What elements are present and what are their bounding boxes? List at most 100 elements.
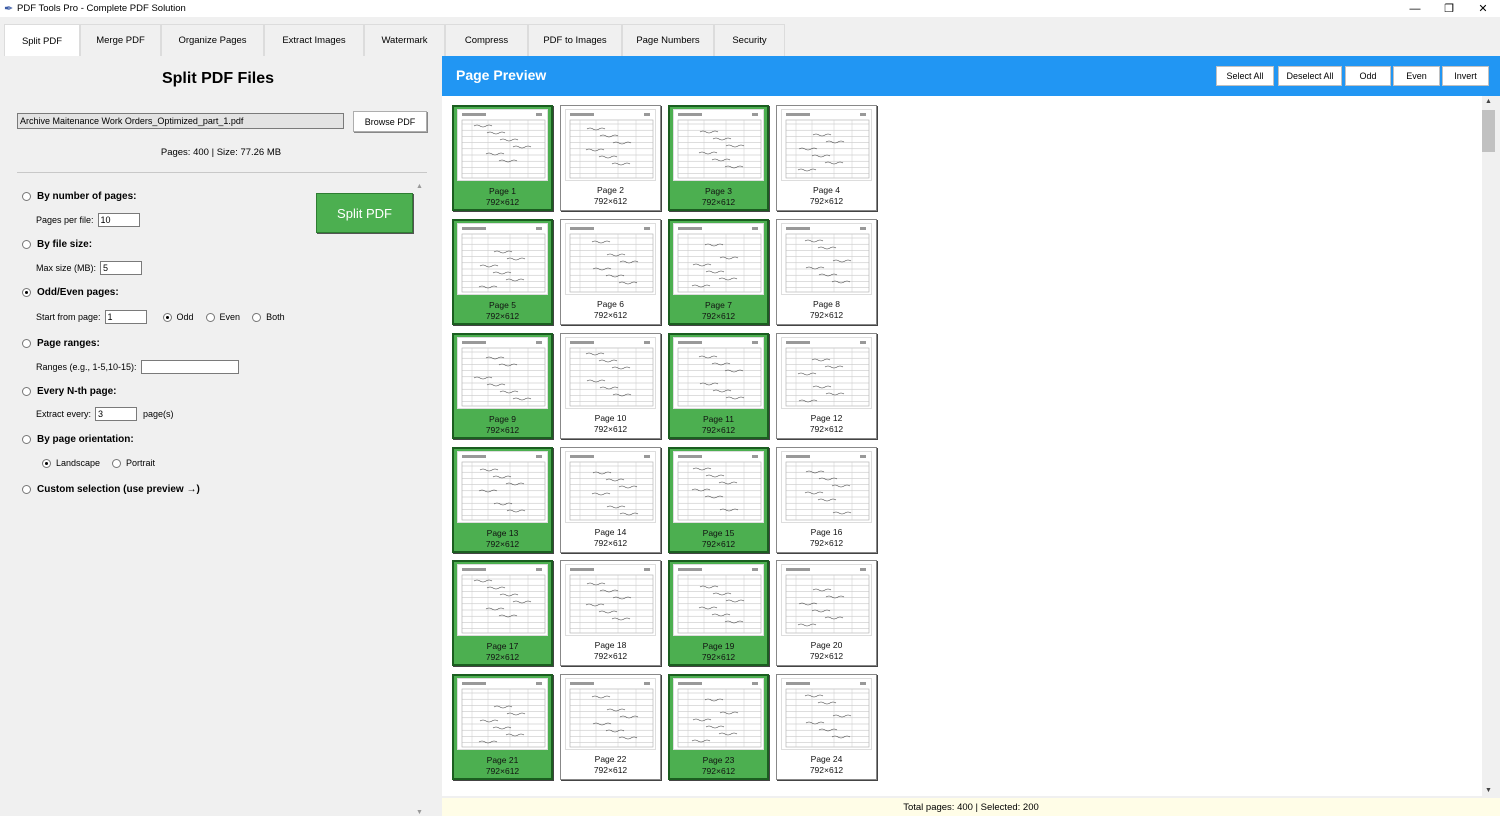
tab-pdf-to-images[interactable]: PDF to Images <box>528 24 622 56</box>
page-thumbnail[interactable]: Page 9 792×612 <box>452 333 553 439</box>
minimize-icon[interactable]: — <box>1398 0 1432 17</box>
tab-security[interactable]: Security <box>714 24 785 56</box>
option-by-size[interactable]: By file size: <box>22 239 92 250</box>
scroll-down-icon[interactable]: ▼ <box>416 809 423 816</box>
scroll-up-icon[interactable]: ▲ <box>1485 98 1492 105</box>
page-thumbnail[interactable]: Page 20 792×612 <box>776 560 877 666</box>
preview-scrollbar[interactable]: ▲ ▼ <box>1482 96 1495 796</box>
radio-icon[interactable] <box>252 312 262 322</box>
scroll-up-icon[interactable]: ▲ <box>416 183 423 190</box>
radio-both[interactable]: Both <box>252 312 285 322</box>
page-thumbnail[interactable]: Page 18 792×612 <box>560 560 661 666</box>
option-odd-even[interactable]: Odd/Even pages: <box>22 287 119 298</box>
radio-selected-icon[interactable] <box>22 288 31 297</box>
page-thumbnail[interactable]: Page 13 792×612 <box>452 447 553 553</box>
scrollbar-thumb[interactable] <box>1482 110 1495 152</box>
radio-selected-icon[interactable] <box>162 312 172 322</box>
page-thumbnail[interactable]: Page 8 792×612 <box>776 219 877 325</box>
radio-even[interactable]: Even <box>205 312 240 322</box>
scroll-down-icon[interactable]: ▼ <box>1485 787 1492 794</box>
radio-icon[interactable] <box>112 458 122 468</box>
page-thumbnail[interactable]: Page 23 792×612 <box>668 674 769 780</box>
even-button[interactable]: Even <box>1393 66 1440 86</box>
page-preview-grid: Page 1 792×612 Page 2 792×612 Page 3 792×61… <box>442 96 1482 796</box>
radio-selected-icon[interactable] <box>42 458 51 468</box>
page-thumbnail-image <box>782 110 871 180</box>
page-thumbnail[interactable]: Page 3 792×612 <box>668 105 769 211</box>
field-label: Start from page: <box>36 312 101 322</box>
tab-page-numbers[interactable]: Page Numbers <box>622 24 714 56</box>
maximize-icon[interactable]: ❐ <box>1432 0 1466 17</box>
page-thumbnail-frame <box>457 223 548 295</box>
page-thumbnail-frame <box>457 451 548 523</box>
extract-every-input[interactable]: 3 <box>95 407 138 421</box>
pages-per-file-input[interactable]: 10 <box>97 213 140 227</box>
radio-icon[interactable] <box>22 192 31 201</box>
page-thumbnail[interactable]: Page 4 792×612 <box>776 105 877 211</box>
tab-extract-images[interactable]: Extract Images <box>264 24 364 56</box>
radio-icon[interactable] <box>205 312 215 322</box>
page-thumbnail[interactable]: Page 17 792×612 <box>452 560 553 666</box>
page-thumbnail[interactable]: Page 22 792×612 <box>560 674 661 780</box>
radio-icon[interactable] <box>22 240 31 249</box>
split-pdf-button[interactable]: Split PDF <box>316 193 413 233</box>
page-thumbnail[interactable]: Page 16 792×612 <box>776 447 877 553</box>
page-thumbnail[interactable]: Page 19 792×612 <box>668 560 769 666</box>
option-every-nth[interactable]: Every N-th page: <box>22 386 116 397</box>
radio-icon[interactable] <box>22 485 31 494</box>
radio-label: Portrait <box>126 458 156 468</box>
page-thumbnail[interactable]: Page 2 792×612 <box>560 105 661 211</box>
left-scrollbar[interactable]: ▲ ▼ <box>414 183 426 816</box>
radio-portrait[interactable]: Portrait <box>112 458 155 468</box>
tab-organize-pages[interactable]: Organize Pages <box>161 24 264 56</box>
browse-pdf-button[interactable]: Browse PDF <box>353 111 427 132</box>
page-thumbnail[interactable]: Page 6 792×612 <box>560 219 661 325</box>
tab-split-pdf[interactable]: Split PDF <box>4 24 80 57</box>
radio-landscape[interactable]: Landscape <box>42 458 100 468</box>
page-number-label: Page 11 <box>702 414 735 424</box>
page-thumbnail[interactable]: Page 11 792×612 <box>668 333 769 439</box>
page-thumbnail-image <box>674 565 763 635</box>
page-number-label: Page 1 <box>489 186 516 196</box>
select-all-button[interactable]: Select All <box>1216 66 1274 86</box>
page-thumbnail-frame <box>781 451 872 523</box>
page-thumbnail-label: Page 12 792×612 <box>777 413 876 435</box>
tab-compress[interactable]: Compress <box>445 24 528 56</box>
odd-button[interactable]: Odd <box>1345 66 1391 86</box>
page-thumbnail-label: Page 23 792×612 <box>670 755 767 777</box>
page-thumbnail-label: Page 3 792×612 <box>670 186 767 208</box>
page-thumbnail[interactable]: Page 14 792×612 <box>560 447 661 553</box>
invert-button[interactable]: Invert <box>1442 66 1489 86</box>
page-thumbnail-image <box>458 224 547 294</box>
tab-merge-pdf[interactable]: Merge PDF <box>80 24 161 56</box>
option-page-ranges[interactable]: Page ranges: <box>22 338 100 349</box>
option-custom[interactable]: Custom selection (use preview →) <box>22 484 200 495</box>
page-thumbnail[interactable]: Page 10 792×612 <box>560 333 661 439</box>
page-thumbnail[interactable]: Page 15 792×612 <box>668 447 769 553</box>
ranges-input[interactable] <box>140 360 239 374</box>
page-number-label: Page 19 <box>702 641 735 651</box>
tab-watermark[interactable]: Watermark <box>364 24 445 56</box>
option-orientation[interactable]: By page orientation: <box>22 434 134 445</box>
page-thumbnail-frame <box>673 109 764 181</box>
start-page-input[interactable]: 1 <box>104 310 147 324</box>
radio-odd[interactable]: Odd <box>162 312 194 322</box>
radio-icon[interactable] <box>22 387 31 396</box>
option-by-pages[interactable]: By number of pages: <box>22 191 136 202</box>
radio-icon[interactable] <box>22 339 31 348</box>
page-thumbnail[interactable]: Page 1 792×612 <box>452 105 553 211</box>
page-thumbnail[interactable]: Page 7 792×612 <box>668 219 769 325</box>
page-thumbnail[interactable]: Page 12 792×612 <box>776 333 877 439</box>
page-thumbnail[interactable]: Page 24 792×612 <box>776 674 877 780</box>
page-thumbnail[interactable]: Page 21 792×612 <box>452 674 553 780</box>
page-thumbnail[interactable]: Page 5 792×612 <box>452 219 553 325</box>
close-icon[interactable]: ✕ <box>1466 0 1500 17</box>
deselect-all-button[interactable]: Deselect All <box>1278 66 1342 86</box>
radio-icon[interactable] <box>22 435 31 444</box>
option-label: By number of pages: <box>37 191 137 202</box>
max-size-input[interactable]: 5 <box>100 261 143 275</box>
page-thumbnail-frame <box>457 337 548 409</box>
file-path-field[interactable]: Archive Maitenance Work Orders_Optimized… <box>17 113 344 129</box>
page-thumbnail-label: Page 8 792×612 <box>777 299 876 321</box>
page-thumbnail-frame <box>781 109 872 181</box>
